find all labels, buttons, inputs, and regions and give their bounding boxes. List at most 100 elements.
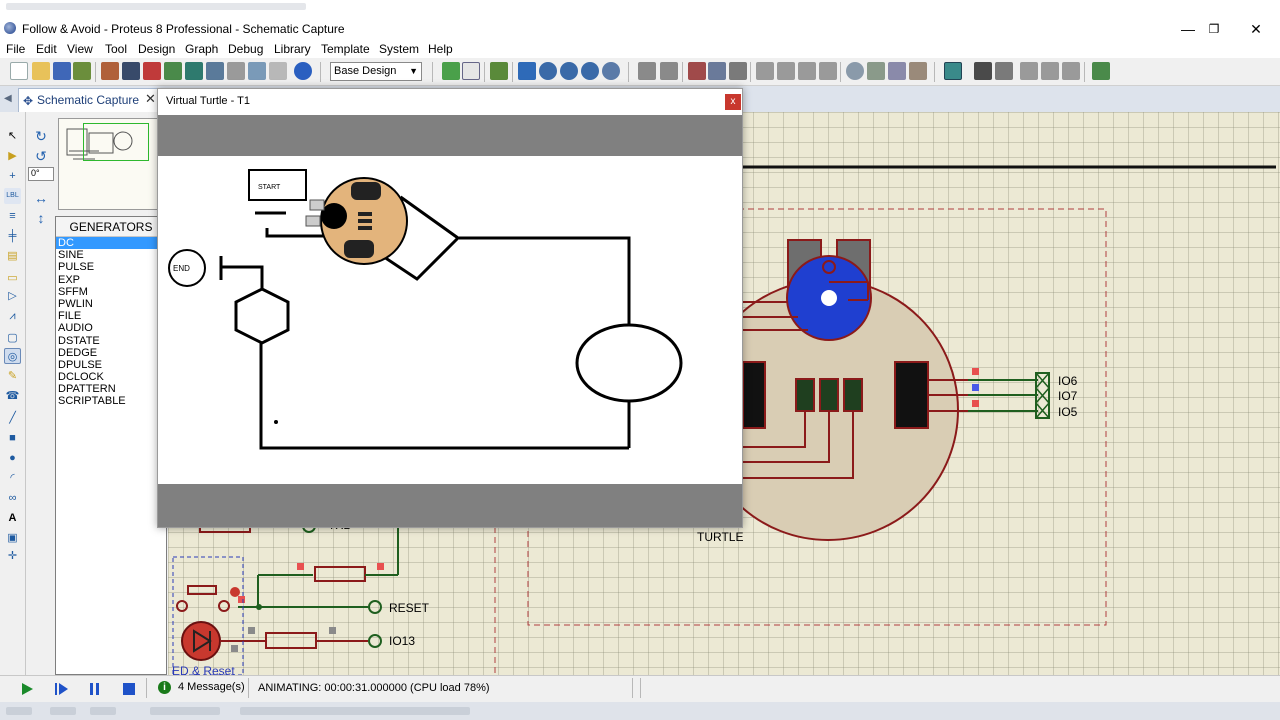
grid-icon[interactable] [462,62,480,80]
close-button[interactable]: ✕ [1236,18,1276,40]
generator-item[interactable]: SFFM [56,286,166,298]
generator-item[interactable]: DEDGE [56,347,166,359]
subcircuit-mode-icon[interactable]: ▤ [4,248,21,264]
generator-item[interactable]: SCRIPTABLE [56,395,166,407]
text-tool-icon[interactable]: A [4,510,21,526]
block-move-icon[interactable] [777,62,795,80]
device-pins-mode-icon[interactable]: ▷ [4,288,21,304]
overview-window[interactable] [58,118,160,210]
decompose-icon[interactable] [909,62,927,80]
tab-scroll-left-icon[interactable]: ◀ [4,93,12,104]
terminals-mode-icon[interactable]: ▭ [4,270,21,286]
overview-viewport[interactable] [83,123,149,161]
path-tool-icon[interactable]: ∞ [4,490,21,506]
reset-circuit[interactable] [172,519,399,675]
component-icon[interactable] [143,62,161,80]
voltage-probe-mode-icon[interactable]: ✎ [4,368,21,384]
menu-tool[interactable]: Tool [105,42,127,56]
arc-tool-icon[interactable]: ◜ [4,470,21,486]
design-select[interactable]: Base Design ▼ [330,62,422,81]
tab-schematic-capture[interactable]: ✥ Schematic Capture ✕ [18,88,158,112]
import-icon[interactable] [73,62,91,80]
generator-item[interactable]: DCLOCK [56,371,166,383]
new-icon[interactable] [10,62,28,80]
mirror-y-icon[interactable]: ↕ [32,210,50,226]
wire-label-mode-icon[interactable]: LBL [4,188,21,204]
package-icon[interactable] [888,62,906,80]
help-icon[interactable] [294,62,312,80]
zoom-area-icon[interactable] [602,62,620,80]
save-icon[interactable] [53,62,71,80]
block-rotate-icon[interactable] [798,62,816,80]
rotate-anticlockwise-icon[interactable]: ↺ [32,148,50,164]
line-tool-icon[interactable]: ╱ [4,410,21,426]
tape-recorder-mode-icon[interactable]: ▢ [4,330,21,346]
rotate-clockwise-icon[interactable]: ↻ [32,128,50,144]
script-icon[interactable] [269,62,287,80]
step-icon[interactable] [52,681,70,697]
close-icon[interactable]: x [725,94,741,110]
symbol-tool-icon[interactable]: ▣ [4,530,21,546]
maximize-button[interactable]: ❐ [1194,18,1234,40]
generator-item[interactable]: EXP [56,274,166,286]
menu-library[interactable]: Library [274,42,311,56]
close-icon[interactable]: ✕ [145,91,156,107]
pan-icon[interactable] [518,62,536,80]
zoom-out-icon[interactable] [560,62,578,80]
block-delete-icon[interactable] [819,62,837,80]
virtual-turtle-titlebar[interactable]: Virtual Turtle - T1 x [158,89,742,115]
junction-mode-icon[interactable]: + [4,168,21,184]
menu-template[interactable]: Template [321,42,370,56]
graph-mode-icon[interactable]: ⩘ [4,308,21,324]
exit-to-parent-icon[interactable] [1062,62,1080,80]
gerber-icon[interactable] [185,62,203,80]
rotation-angle-field[interactable]: 0° [28,167,54,181]
pause-icon[interactable] [86,681,104,697]
undo-icon[interactable] [638,62,656,80]
component-mode-icon[interactable]: ▶ [4,148,21,164]
generator-item[interactable]: AUDIO [56,322,166,334]
make-device-icon[interactable] [867,62,885,80]
menu-file[interactable]: File [6,42,25,56]
origin-icon[interactable] [490,62,508,80]
generator-item[interactable]: DPULSE [56,359,166,371]
cut-icon[interactable] [688,62,706,80]
play-icon[interactable] [18,681,36,697]
refresh-icon[interactable] [442,62,460,80]
paste-icon[interactable] [729,62,747,80]
electrical-check-icon[interactable] [1092,62,1110,80]
generator-item[interactable]: DC [56,237,166,250]
virtual-turtle-window[interactable]: Virtual Turtle - T1 x START END [157,88,743,528]
redo-icon[interactable] [660,62,678,80]
home-icon[interactable] [101,62,119,80]
generator-mode-icon[interactable]: ◎ [4,348,21,364]
generator-item[interactable]: FILE [56,310,166,322]
messages-panel[interactable]: i 4 Message(s) [152,678,246,698]
generator-item[interactable]: DPATTERN [56,383,166,395]
turtle-component[interactable] [697,239,1050,541]
remove-sheet-icon[interactable] [1041,62,1059,80]
text-script-mode-icon[interactable]: ≡ [4,208,21,224]
zoom-all-icon[interactable] [581,62,599,80]
menu-edit[interactable]: Edit [36,42,57,56]
stop-icon[interactable] [120,681,138,697]
generator-item[interactable]: PWLIN [56,298,166,310]
generator-item[interactable]: DSTATE [56,335,166,347]
copy-icon[interactable] [708,62,726,80]
wire-autorouter-icon[interactable] [944,62,962,80]
bom-icon[interactable] [227,62,245,80]
circle-tool-icon[interactable]: ● [4,450,21,466]
marker-tool-icon[interactable]: ✛ [4,548,21,564]
property-assign-icon[interactable] [995,62,1013,80]
back-icon[interactable] [164,62,182,80]
box-tool-icon[interactable]: ■ [4,430,21,446]
pcb-icon[interactable] [122,62,140,80]
generator-item[interactable]: SINE [56,249,166,261]
selection-mode-icon[interactable]: ↖ [4,128,21,144]
menu-view[interactable]: View [67,42,93,56]
menu-design[interactable]: Design [138,42,175,56]
generator-item[interactable]: PULSE [56,261,166,273]
mirror-x-icon[interactable]: ↔ [32,190,50,206]
menu-debug[interactable]: Debug [228,42,263,56]
3d-icon[interactable] [206,62,224,80]
